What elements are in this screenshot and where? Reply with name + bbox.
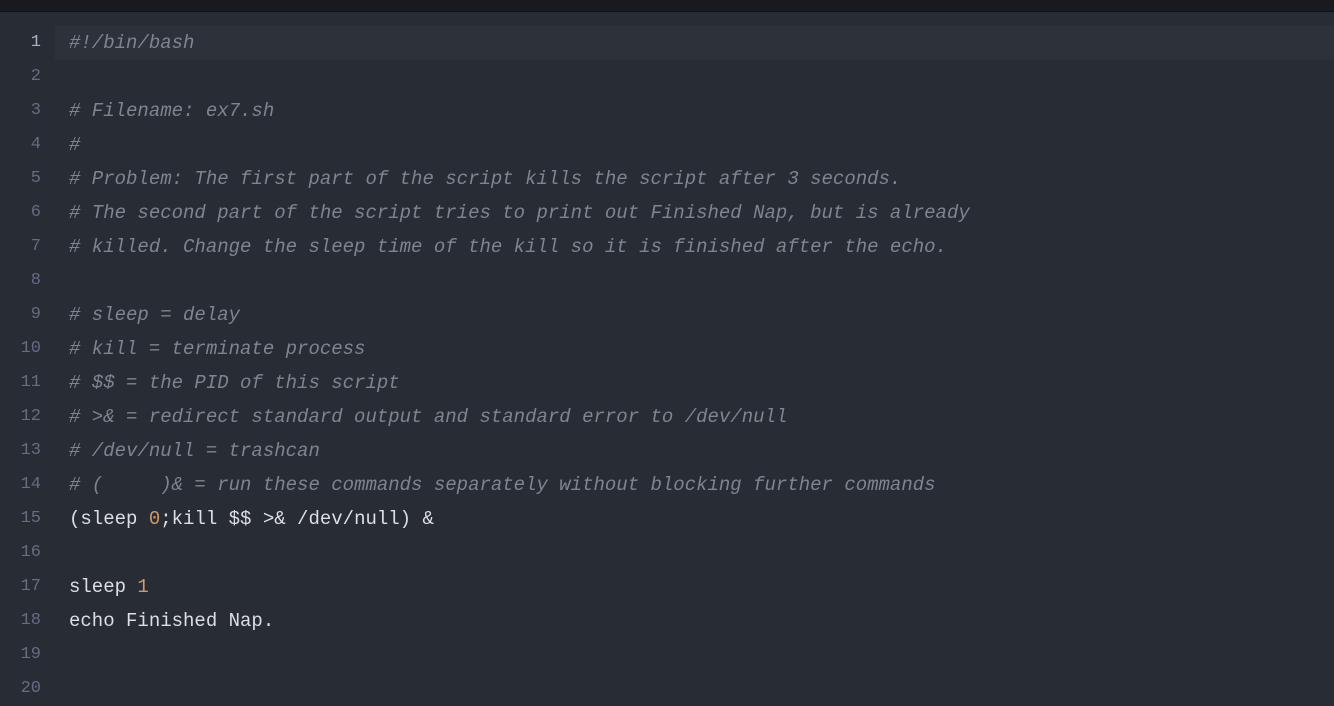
code-token: sleep (69, 576, 137, 598)
line-number[interactable]: 12 (0, 400, 55, 434)
line-number[interactable]: 20 (0, 672, 55, 706)
code-token: # >& = redirect standard output and stan… (69, 406, 787, 428)
line-number[interactable]: 16 (0, 536, 55, 570)
line-number[interactable]: 4 (0, 128, 55, 162)
line-number-gutter[interactable]: 1234567891011121314151617181920 (0, 12, 55, 682)
code-line[interactable] (55, 60, 1334, 94)
code-token: 0 (149, 508, 160, 530)
code-token: Finished Nap. (115, 610, 275, 632)
code-line[interactable] (55, 536, 1334, 570)
line-number[interactable]: 19 (0, 638, 55, 672)
line-number[interactable]: 10 (0, 332, 55, 366)
line-number[interactable]: 17 (0, 570, 55, 604)
line-number[interactable]: 5 (0, 162, 55, 196)
code-token: # sleep = delay (69, 304, 240, 326)
code-line[interactable] (55, 264, 1334, 298)
code-editor[interactable]: 1234567891011121314151617181920 #!/bin/b… (0, 12, 1334, 682)
code-token: # ( )& = run these commands separately w… (69, 474, 936, 496)
code-line[interactable]: (sleep 0;kill $$ >& /dev/null) & (55, 502, 1334, 536)
code-token: # kill = terminate process (69, 338, 365, 360)
line-number[interactable]: 18 (0, 604, 55, 638)
code-line[interactable] (55, 672, 1334, 706)
code-line[interactable]: # >& = redirect standard output and stan… (55, 400, 1334, 434)
line-number[interactable]: 7 (0, 230, 55, 264)
line-number[interactable]: 8 (0, 264, 55, 298)
code-line[interactable]: # kill = terminate process (55, 332, 1334, 366)
code-token: # The second part of the script tries to… (69, 202, 970, 224)
line-number[interactable]: 11 (0, 366, 55, 400)
code-token: # Problem: The first part of the script … (69, 168, 901, 190)
code-line[interactable]: # killed. Change the sleep time of the k… (55, 230, 1334, 264)
code-token: # $$ = the PID of this script (69, 372, 400, 394)
line-number[interactable]: 9 (0, 298, 55, 332)
code-token: # /dev/null = trashcan (69, 440, 320, 462)
code-line[interactable]: echo Finished Nap. (55, 604, 1334, 638)
code-token: # (69, 134, 80, 156)
code-area[interactable]: #!/bin/bash # Filename: ex7.sh # # Problem:… (55, 12, 1334, 682)
code-line[interactable]: # sleep = delay (55, 298, 1334, 332)
code-token: kill $$ >& /dev/null) & (172, 508, 434, 530)
code-line[interactable]: # ( )& = run these commands separately w… (55, 468, 1334, 502)
code-line[interactable]: #!/bin/bash (55, 26, 1334, 60)
code-token: # Filename: ex7.sh (69, 100, 274, 122)
line-number[interactable]: 3 (0, 94, 55, 128)
title-bar (0, 0, 1334, 12)
code-token: ; (160, 508, 171, 530)
code-line[interactable]: # Filename: ex7.sh (55, 94, 1334, 128)
code-line[interactable]: # The second part of the script tries to… (55, 196, 1334, 230)
code-token: (sleep (69, 508, 149, 530)
line-number[interactable]: 14 (0, 468, 55, 502)
line-number[interactable]: 15 (0, 502, 55, 536)
code-line[interactable]: # /dev/null = trashcan (55, 434, 1334, 468)
code-line[interactable]: sleep 1 (55, 570, 1334, 604)
code-token: 1 (137, 576, 148, 598)
code-line[interactable]: # (55, 128, 1334, 162)
code-line[interactable] (55, 638, 1334, 672)
code-token: # killed. Change the sleep time of the k… (69, 236, 947, 258)
code-token: echo (69, 610, 115, 632)
line-number[interactable]: 13 (0, 434, 55, 468)
line-number[interactable]: 2 (0, 60, 55, 94)
code-line[interactable]: # Problem: The first part of the script … (55, 162, 1334, 196)
code-line[interactable]: # $$ = the PID of this script (55, 366, 1334, 400)
line-number[interactable]: 6 (0, 196, 55, 230)
line-number[interactable]: 1 (0, 26, 55, 60)
code-token: #!/bin/bash (69, 32, 194, 54)
